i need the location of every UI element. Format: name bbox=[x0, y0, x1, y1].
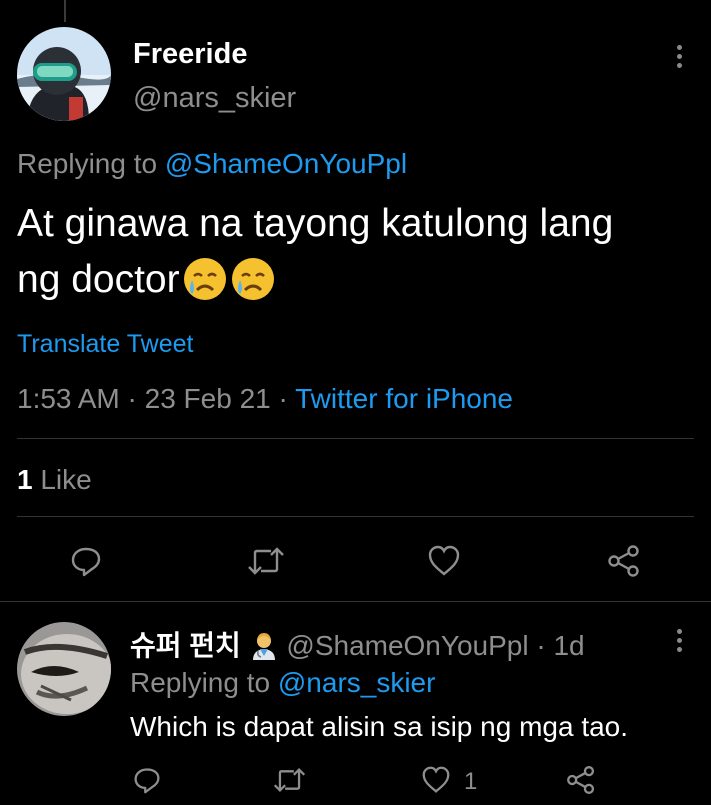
retweet-icon[interactable] bbox=[273, 766, 306, 794]
tweet-text-fragment: ng doctor bbox=[17, 258, 180, 301]
crying-face-icon bbox=[230, 256, 276, 302]
replying-to: Replying to @ShameOnYouPpl bbox=[17, 148, 407, 180]
replying-to-handle-link[interactable]: @ShameOnYouPpl bbox=[165, 148, 407, 179]
thread-line bbox=[64, 0, 66, 22]
meta-separator: · bbox=[127, 383, 137, 414]
divider bbox=[17, 516, 694, 517]
avatar[interactable] bbox=[17, 27, 111, 121]
replying-to-handle-link[interactable]: @nars_skier bbox=[278, 667, 436, 698]
like-heart-icon[interactable] bbox=[427, 545, 461, 577]
like-count: 1 bbox=[17, 464, 33, 495]
reply-icon[interactable] bbox=[133, 766, 161, 794]
divider bbox=[0, 601, 711, 602]
tweet-meta: 1:53 AM · 23 Feb 21 · Twitter for iPhone bbox=[17, 383, 513, 415]
replying-to-label: Replying to bbox=[17, 148, 158, 179]
more-options-icon[interactable] bbox=[677, 45, 683, 72]
reply-avatar-image bbox=[17, 622, 111, 716]
crying-face-icon bbox=[182, 256, 228, 302]
reply-header: 슈퍼 펀치 @ShameOnYouPpl · 1d bbox=[130, 624, 585, 664]
reply-text: Which is dapat alisin sa isip ng mga tao… bbox=[130, 711, 629, 742]
tweet-text: At ginawa na tayong katulong lang ng doc… bbox=[17, 196, 613, 308]
tweet-source-link[interactable]: Twitter for iPhone bbox=[295, 383, 513, 414]
likes-summary[interactable]: 1 Like bbox=[17, 464, 92, 496]
share-icon[interactable] bbox=[566, 765, 596, 795]
avatar[interactable] bbox=[17, 622, 111, 716]
like-label: Like bbox=[40, 464, 92, 495]
tweet-date[interactable]: 23 Feb 21 bbox=[145, 383, 271, 414]
reply-display-name[interactable]: 슈퍼 펀치 bbox=[130, 630, 241, 661]
meta-separator: · bbox=[278, 383, 288, 414]
tweet-text-line: At ginawa na tayong katulong lang bbox=[17, 202, 614, 245]
reply-icon[interactable] bbox=[70, 545, 102, 577]
doctor-emoji-icon bbox=[249, 630, 279, 660]
share-icon[interactable] bbox=[607, 544, 641, 578]
translate-tweet-link[interactable]: Translate Tweet bbox=[17, 330, 193, 359]
replying-to: Replying to @nars_skier bbox=[130, 667, 435, 699]
reply-handle-time[interactable]: @ShameOnYouPpl · 1d bbox=[286, 630, 584, 661]
display-name[interactable]: Freeride bbox=[133, 38, 247, 71]
handle[interactable]: @nars_skier bbox=[133, 82, 296, 115]
more-options-icon[interactable] bbox=[677, 629, 683, 656]
like-heart-icon[interactable] bbox=[421, 766, 451, 794]
tweet-time[interactable]: 1:53 AM bbox=[17, 383, 120, 414]
skier-avatar-image bbox=[17, 27, 111, 121]
tweet-text-line: ng doctor bbox=[17, 252, 613, 308]
retweet-icon[interactable] bbox=[247, 545, 285, 577]
divider bbox=[17, 438, 694, 439]
reply-like-count: 1 bbox=[464, 768, 478, 795]
replying-to-label: Replying to bbox=[130, 667, 271, 698]
